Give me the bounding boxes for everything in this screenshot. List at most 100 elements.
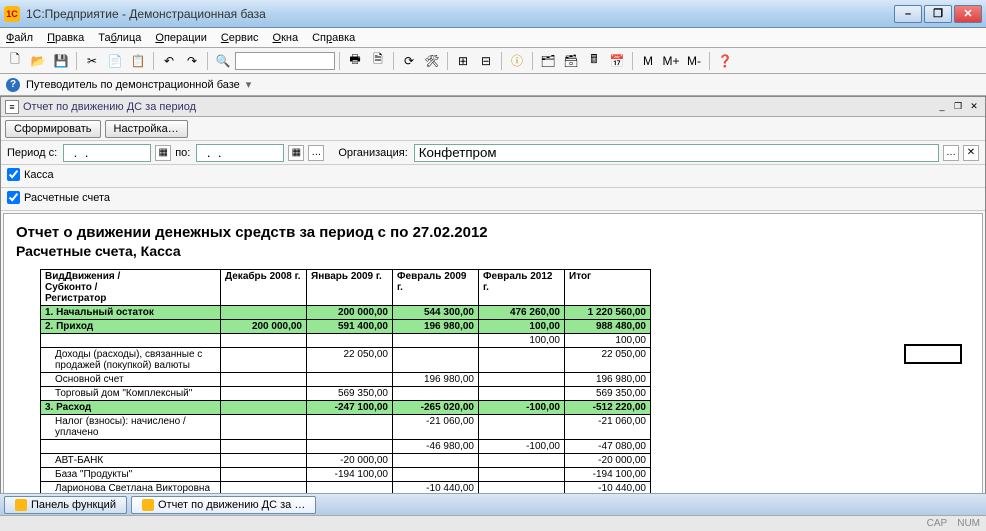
zoom1-icon[interactable]: ⊞ <box>452 50 474 72</box>
cut-icon[interactable]: ✂ <box>81 50 103 72</box>
find-icon[interactable]: 🔍 <box>212 50 234 72</box>
calendar-to-icon[interactable]: ▦ <box>288 145 304 161</box>
table-row[interactable]: 1. Начальный остаток200 000,00544 300,00… <box>41 306 651 320</box>
cell-value: -194 100,00 <box>565 468 651 482</box>
close-button[interactable]: ✕ <box>954 5 982 23</box>
accounts-checkbox[interactable] <box>7 191 20 204</box>
menu-edit[interactable]: Правка <box>47 32 84 44</box>
menu-help[interactable]: Справка <box>312 32 355 44</box>
help-icon[interactable]: ❓ <box>714 50 736 72</box>
table-row[interactable]: АВТ-БАНК-20 000,00-20 000,00 <box>41 454 651 468</box>
app-icon: 1C <box>4 6 20 22</box>
cell-value <box>221 401 307 415</box>
table-row[interactable]: Доходы (расходы), связанные с продажей (… <box>41 348 651 373</box>
kassa-checkbox[interactable] <box>7 168 20 181</box>
actionbar: Сформировать Настройка… <box>1 117 985 141</box>
report-area[interactable]: Отчет о движении денежных средств за пер… <box>3 213 983 521</box>
table-row[interactable]: 3. Расход-247 100,00-265 020,00-100,00-5… <box>41 401 651 415</box>
cell-value: 200 000,00 <box>307 306 393 320</box>
org-label: Организация: <box>338 147 407 159</box>
calendar-icon[interactable]: 📅 <box>606 50 628 72</box>
accounts-label: Расчетные счета <box>24 192 110 204</box>
table-row[interactable]: 2. Приход200 000,00591 400,00196 980,001… <box>41 320 651 334</box>
menu-windows[interactable]: Окна <box>273 32 299 44</box>
save-icon[interactable]: 💾 <box>50 50 72 72</box>
new-icon[interactable]: 🗋 <box>4 50 26 72</box>
cell-value: 476 260,00 <box>479 306 565 320</box>
period-ellipsis[interactable]: … <box>308 145 324 161</box>
row-label <box>41 440 221 454</box>
period-from-label: Период с: <box>7 147 57 159</box>
setup-button[interactable]: Настройка… <box>105 120 188 138</box>
calendar-from-icon[interactable]: ▦ <box>155 145 171 161</box>
table-row[interactable]: -46 980,00-100,00-47 080,00 <box>41 440 651 454</box>
copy-icon[interactable]: 📄 <box>104 50 126 72</box>
doc-restore[interactable]: ❐ <box>951 100 965 114</box>
cell-value: 22 050,00 <box>307 348 393 373</box>
task-tab-panel[interactable]: Панель функций <box>4 496 127 514</box>
col-header: Итог <box>565 270 651 306</box>
memory-m[interactable]: M <box>637 50 659 72</box>
guide-text[interactable]: Путеводитель по демонстрационной базе <box>26 79 240 91</box>
selection-box <box>904 344 962 364</box>
cell-value: -512 220,00 <box>565 401 651 415</box>
menu-operations[interactable]: Операции <box>155 32 206 44</box>
date-to-input[interactable] <box>196 144 284 162</box>
cell-value <box>221 306 307 320</box>
table-row[interactable]: Торговый дом "Комплексный"569 350,00569 … <box>41 387 651 401</box>
table-row[interactable]: Налог (взносы): начислено / уплачено -21 … <box>41 415 651 440</box>
org-clear[interactable]: ✕ <box>963 145 979 161</box>
date-from-input[interactable] <box>63 144 151 162</box>
memory-mplus[interactable]: M+ <box>660 50 682 72</box>
table-row[interactable]: База "Продукты"-194 100,00-194 100,00 <box>41 468 651 482</box>
find-input[interactable] <box>235 52 335 70</box>
task-tab-report[interactable]: Отчет по движению ДС за … <box>131 496 316 514</box>
maximize-button[interactable]: ❐ <box>924 5 952 23</box>
paste-icon[interactable]: 📋 <box>127 50 149 72</box>
row-label: Налог (взносы): начислено / уплачено <box>41 415 221 440</box>
check-kassa[interactable]: Касса <box>7 168 54 181</box>
tab-icon <box>15 499 27 511</box>
refresh-icon[interactable]: ⟳ <box>398 50 420 72</box>
org-ellipsis[interactable]: … <box>943 145 959 161</box>
tool-icon[interactable]: 🛠 <box>421 50 443 72</box>
chevron-down-icon[interactable]: ▾ <box>246 78 252 91</box>
form-button[interactable]: Сформировать <box>5 120 101 138</box>
cell-value: 100,00 <box>565 334 651 348</box>
tree1-icon[interactable]: 🗂 <box>537 50 559 72</box>
cell-value: 100,00 <box>479 334 565 348</box>
menu-service[interactable]: Сервис <box>221 32 259 44</box>
menu-file[interactable]: ФФайлайл <box>6 32 33 44</box>
undo-icon[interactable]: ↶ <box>158 50 180 72</box>
menu-table[interactable]: Таблица <box>98 32 141 44</box>
tree2-icon[interactable]: 🗃 <box>560 50 582 72</box>
cell-value: -21 060,00 <box>565 415 651 440</box>
check-accounts[interactable]: Расчетные счета <box>7 191 110 204</box>
tab-icon <box>142 499 154 511</box>
row-label: Доходы (расходы), связанные с продажей (… <box>41 348 221 373</box>
row-label: 1. Начальный остаток <box>41 306 221 320</box>
check-accounts-row: Расчетные счета <box>1 188 985 211</box>
cell-value <box>479 415 565 440</box>
check-kassa-row: Касса <box>1 165 985 188</box>
guide-icon: ? <box>6 78 20 92</box>
cell-value: -265 020,00 <box>393 401 479 415</box>
report-title: Отчет о движении денежных средств за пер… <box>16 224 970 241</box>
cell-value: 22 050,00 <box>565 348 651 373</box>
info-icon[interactable]: ⓘ <box>506 50 528 72</box>
memory-mminus[interactable]: M- <box>683 50 705 72</box>
redo-icon[interactable]: ↷ <box>181 50 203 72</box>
minimize-button[interactable]: – <box>894 5 922 23</box>
cell-value <box>307 415 393 440</box>
org-input[interactable] <box>414 144 939 162</box>
doc-close[interactable]: ✕ <box>967 100 981 114</box>
calc-icon[interactable]: 🖩 <box>583 50 605 72</box>
table-row[interactable]: Основной счет196 980,00196 980,00 <box>41 373 651 387</box>
zoom2-icon[interactable]: ⊟ <box>475 50 497 72</box>
print-icon[interactable]: 🖶 <box>344 50 366 72</box>
preview-icon[interactable]: 🗎 <box>367 50 389 72</box>
open-icon[interactable]: 📂 <box>27 50 49 72</box>
doc-minimize[interactable]: _ <box>935 100 949 114</box>
table-row[interactable]: 100,00100,00 <box>41 334 651 348</box>
cell-value <box>221 454 307 468</box>
